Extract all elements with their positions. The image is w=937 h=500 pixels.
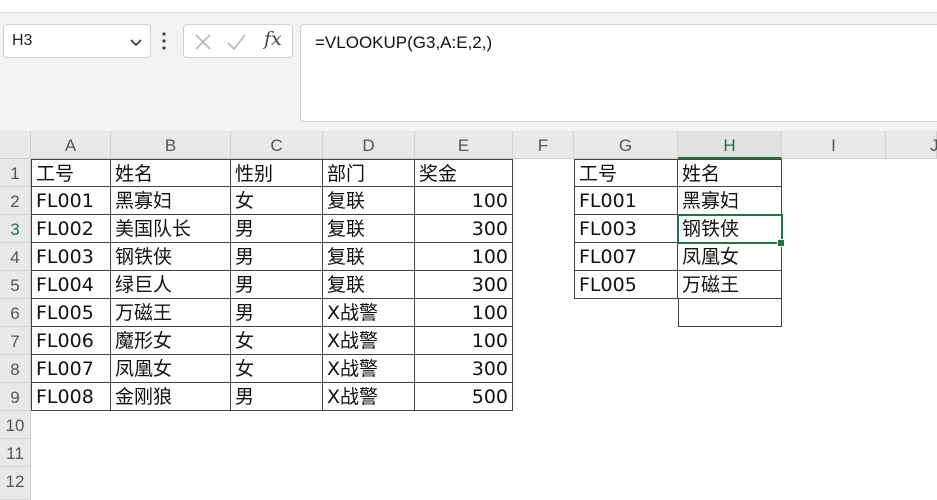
table1-cell[interactable]: FL002 <box>31 215 111 243</box>
table1-cell[interactable]: 复联 <box>323 187 415 215</box>
row-header-4[interactable]: 4 <box>0 243 31 271</box>
row-header-12[interactable]: 12 <box>0 467 31 500</box>
row-header-1[interactable]: 1 <box>0 159 31 187</box>
table1-cell[interactable]: 黑寡妇 <box>111 187 231 215</box>
table1-cell[interactable]: 100 <box>415 299 513 327</box>
table1-cell[interactable]: 女 <box>231 187 323 215</box>
table1-cell[interactable]: X战警 <box>323 383 415 411</box>
table1-cell[interactable]: FL004 <box>31 271 111 299</box>
column-header-h[interactable]: H <box>678 131 782 159</box>
column-header-c[interactable]: C <box>231 131 323 159</box>
table2-cell[interactable]: 凤凰女 <box>678 243 782 271</box>
table2-cell[interactable]: FL007 <box>574 243 678 271</box>
ribbon-strip <box>0 0 937 13</box>
table1-cell[interactable]: 100 <box>415 243 513 271</box>
fx-icon[interactable]: fx <box>264 28 282 50</box>
row-header-5[interactable]: 5 <box>0 271 31 299</box>
row-header-3[interactable]: 3 <box>0 215 31 243</box>
table1-cell[interactable]: 魔形女 <box>111 327 231 355</box>
table1-cell[interactable]: 100 <box>415 187 513 215</box>
table1-cell[interactable]: 复联 <box>323 271 415 299</box>
vertical-dots-icon[interactable] <box>161 30 167 52</box>
column-header-a[interactable]: A <box>31 131 111 159</box>
formula-buttons: fx <box>183 24 293 58</box>
table1-cell[interactable]: 复联 <box>323 243 415 271</box>
column-header-g[interactable]: G <box>574 131 678 159</box>
column-header-f[interactable]: F <box>513 131 574 159</box>
formula-text[interactable]: =VLOOKUP(G3,A:E,2,) <box>315 33 492 53</box>
row-header-11[interactable]: 11 <box>0 439 31 467</box>
column-header-j[interactable]: J <box>886 131 937 159</box>
row-header-10[interactable]: 10 <box>0 411 31 439</box>
table2-header-cell[interactable]: 工号 <box>574 159 678 187</box>
table1-cell[interactable]: 男 <box>231 271 323 299</box>
table2-cell[interactable]: 黑寡妇 <box>678 187 782 215</box>
table1-header-cell[interactable]: 奖金 <box>415 159 513 187</box>
column-header-e[interactable]: E <box>415 131 513 159</box>
name-box-value[interactable]: H3 <box>12 32 32 50</box>
table1-cell[interactable]: 女 <box>231 327 323 355</box>
table2-cell[interactable]: FL001 <box>574 187 678 215</box>
chevron-down-icon[interactable] <box>128 34 144 50</box>
table1-cell[interactable]: 男 <box>231 215 323 243</box>
row-header-8[interactable]: 8 <box>0 355 31 383</box>
table1-cell[interactable]: FL001 <box>31 187 111 215</box>
table1-cell[interactable]: 男 <box>231 383 323 411</box>
table1-cell[interactable]: X战警 <box>323 327 415 355</box>
check-icon[interactable] <box>226 32 246 52</box>
table1-cell[interactable]: FL003 <box>31 243 111 271</box>
fill-handle[interactable] <box>777 239 785 247</box>
table1-cell[interactable]: FL008 <box>31 383 111 411</box>
table2-header-cell[interactable]: 姓名 <box>678 159 782 187</box>
table1-cell[interactable]: 男 <box>231 299 323 327</box>
table1-header-cell[interactable]: 部门 <box>323 159 415 187</box>
table1-cell[interactable]: FL005 <box>31 299 111 327</box>
formula-input[interactable]: =VLOOKUP(G3,A:E,2,) <box>300 24 937 122</box>
close-icon[interactable] <box>193 32 213 52</box>
table1-cell[interactable]: X战警 <box>323 355 415 383</box>
table1-cell[interactable]: 300 <box>415 215 513 243</box>
name-box[interactable]: H3 <box>3 24 151 58</box>
table1-header-cell[interactable]: 工号 <box>31 159 111 187</box>
table2-cell[interactable] <box>678 299 782 327</box>
table1-header-cell[interactable]: 姓名 <box>111 159 231 187</box>
table1-cell[interactable]: 100 <box>415 327 513 355</box>
table1-cell[interactable]: 男 <box>231 243 323 271</box>
column-header-d[interactable]: D <box>323 131 415 159</box>
table1-cell[interactable]: 300 <box>415 355 513 383</box>
table1-cell[interactable]: FL006 <box>31 327 111 355</box>
table1-cell[interactable]: 绿巨人 <box>111 271 231 299</box>
table1-cell[interactable]: 凤凰女 <box>111 355 231 383</box>
table1-header-cell[interactable]: 性别 <box>231 159 323 187</box>
column-header-b[interactable]: B <box>111 131 231 159</box>
row-header-2[interactable]: 2 <box>0 187 31 215</box>
table2-cell[interactable]: FL005 <box>574 271 678 299</box>
table1-cell[interactable]: 女 <box>231 355 323 383</box>
row-header-7[interactable]: 7 <box>0 327 31 355</box>
table1-cell[interactable]: X战警 <box>323 299 415 327</box>
column-header-i[interactable]: I <box>782 131 886 159</box>
table1-cell[interactable]: 美国队长 <box>111 215 231 243</box>
table1-cell[interactable]: 300 <box>415 271 513 299</box>
table1-cell[interactable]: 复联 <box>323 215 415 243</box>
row-header-6[interactable]: 6 <box>0 299 31 327</box>
table2-cell[interactable]: FL003 <box>574 215 678 243</box>
table2-cell[interactable]: 万磁王 <box>678 271 782 299</box>
table1-cell[interactable]: 钢铁侠 <box>111 243 231 271</box>
row-header-9[interactable]: 9 <box>0 383 31 411</box>
table1-cell[interactable]: 万磁王 <box>111 299 231 327</box>
table1-cell[interactable]: FL007 <box>31 355 111 383</box>
select-all-corner[interactable] <box>0 131 31 159</box>
table2-cell-active[interactable]: 钢铁侠 <box>678 215 782 243</box>
table1-cell[interactable]: 500 <box>415 383 513 411</box>
table1-cell[interactable]: 金刚狼 <box>111 383 231 411</box>
